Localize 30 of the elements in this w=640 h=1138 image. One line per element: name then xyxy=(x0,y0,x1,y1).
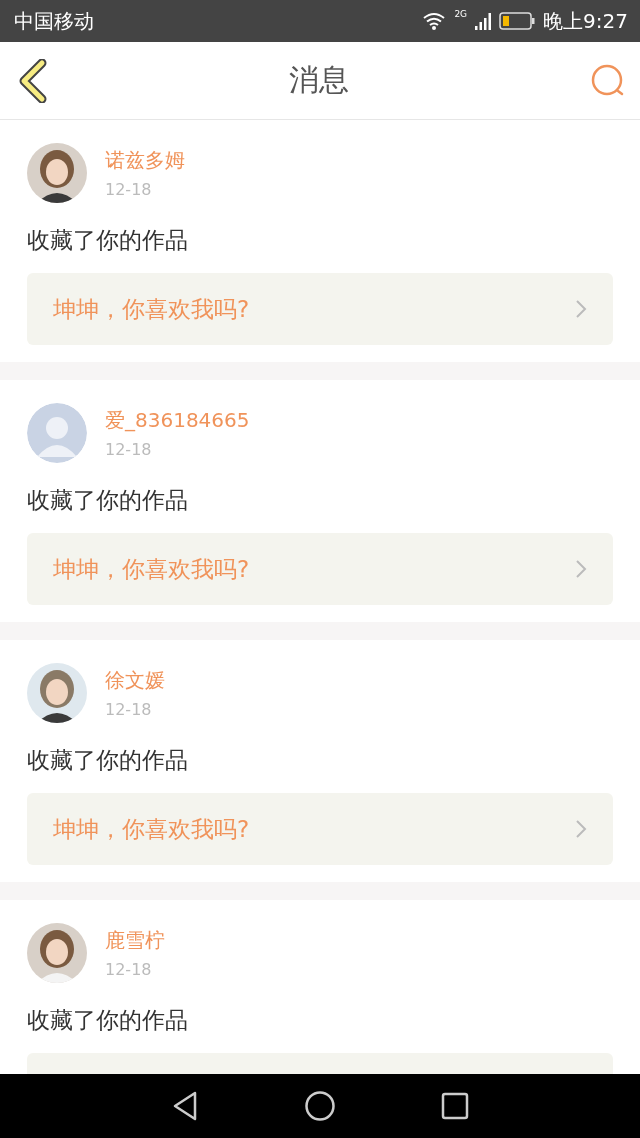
message-date: 12-18 xyxy=(105,440,153,459)
message-date: 12-18 xyxy=(105,700,153,719)
message-text: 收藏了你的作品 xyxy=(27,226,189,255)
home-nav-button[interactable] xyxy=(304,1090,336,1122)
carrier-name: 中国移动 xyxy=(14,7,94,35)
chevron-right-icon xyxy=(575,819,587,839)
message-date: 12-18 xyxy=(105,960,153,979)
chevron-right-icon xyxy=(575,559,587,579)
user-name[interactable]: 爱_836184665 xyxy=(105,407,250,434)
battery-icon xyxy=(499,12,536,30)
message-text: 收藏了你的作品 xyxy=(27,746,189,775)
message-text: 收藏了你的作品 xyxy=(27,486,189,515)
back-nav-button[interactable] xyxy=(171,1090,199,1122)
work-link[interactable]: 坤坤，你喜欢我吗? xyxy=(27,793,613,865)
back-button[interactable] xyxy=(18,58,48,103)
message-text: 收藏了你的作品 xyxy=(27,1006,189,1035)
page-title: 消息 xyxy=(289,61,349,99)
work-link[interactable]: 坤坤，你喜欢我吗? xyxy=(27,533,613,605)
network-type: 2G xyxy=(454,9,468,19)
user-name[interactable]: 诺兹多姆 xyxy=(105,147,185,174)
work-link[interactable]: 坤坤，你喜欢我吗? xyxy=(27,273,613,345)
user-name[interactable]: 徐文媛 xyxy=(105,667,165,694)
default-avatar-icon xyxy=(27,403,87,463)
wifi-icon xyxy=(422,11,447,31)
user-name[interactable]: 鹿雪柠 xyxy=(105,927,165,954)
signal-icon xyxy=(475,12,492,30)
clock-time: 晚上9:27 xyxy=(543,7,628,35)
recents-nav-button[interactable] xyxy=(441,1092,469,1120)
message-date: 12-18 xyxy=(105,180,153,199)
chevron-right-icon xyxy=(575,299,587,319)
